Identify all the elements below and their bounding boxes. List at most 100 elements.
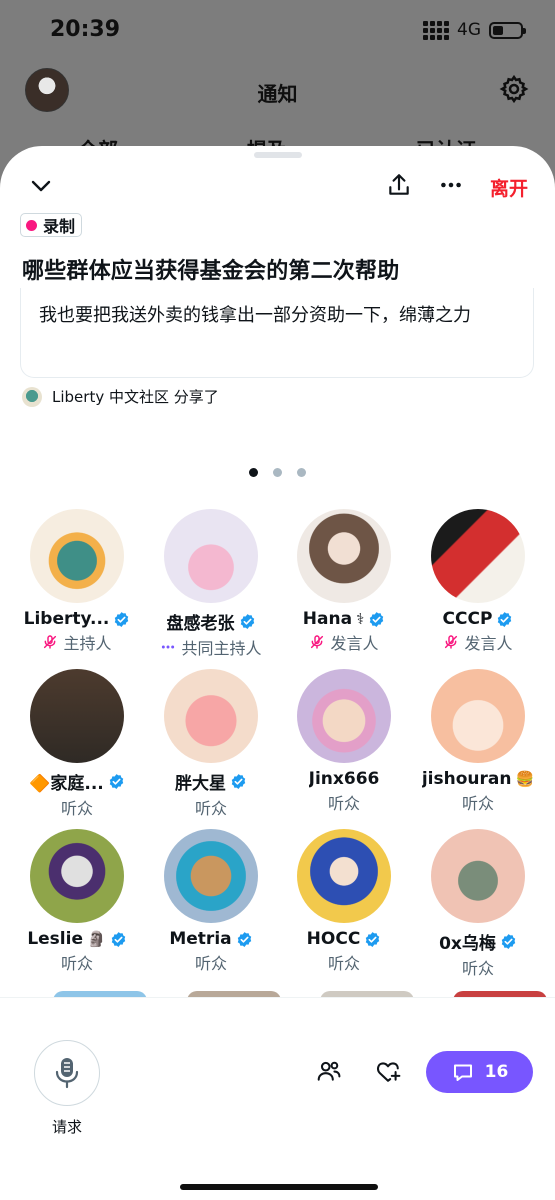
participant-name: HOCC <box>306 929 361 949</box>
participant-avatar[interactable] <box>30 669 124 763</box>
more-dots-icon <box>441 182 461 188</box>
participant-role: 听众 <box>461 959 494 978</box>
verified-badge-icon <box>231 774 246 789</box>
participant-name: 盘感老张 <box>166 614 235 634</box>
collapse-button[interactable] <box>26 172 56 200</box>
signal-icon <box>423 20 449 40</box>
participant[interactable]: Leslie 🗿 听众 <box>10 829 144 974</box>
participant-role-row: 共同主持人 <box>144 635 278 659</box>
participant-avatar[interactable] <box>431 509 525 603</box>
people-button[interactable] <box>314 1056 344 1086</box>
verified-badge-icon <box>498 611 512 627</box>
participant-role: 听众 <box>327 954 360 973</box>
verified-badge-icon <box>115 611 129 627</box>
participant-role-row: 听众 <box>144 795 278 819</box>
leave-button[interactable]: 离开 <box>490 174 528 201</box>
share-icon <box>389 174 409 195</box>
participant-role: 主持人 <box>63 634 112 653</box>
participant-role: 听众 <box>60 799 93 818</box>
comment-bubble-icon <box>453 1064 472 1081</box>
shared-by-text: Liberty 中文社区 分享了 <box>52 388 219 406</box>
verified-badge-icon <box>109 774 123 789</box>
participant[interactable]: 🔶家庭... 听众 <box>10 669 144 819</box>
participant-role: 共同主持人 <box>181 639 262 658</box>
network-label: 4G <box>457 20 481 40</box>
participant-avatar[interactable] <box>297 829 391 923</box>
share-button[interactable] <box>384 170 414 200</box>
participant-avatar[interactable] <box>431 829 525 923</box>
participant-role-row: 听众 <box>277 790 411 814</box>
verified-badge-icon <box>240 614 254 629</box>
participant-name-row: 0x乌梅 <box>411 929 545 954</box>
participant[interactable]: Liberty... 主持人 <box>10 509 144 654</box>
participant[interactable]: Jinx666 听众 <box>277 669 411 814</box>
request-mic-button[interactable] <box>34 1040 100 1106</box>
page-title: 通知 <box>257 82 298 106</box>
participant-role: 听众 <box>60 954 93 973</box>
name-emoji: 🗿 <box>86 930 106 948</box>
gear-icon[interactable] <box>499 74 529 104</box>
sheet-grabber[interactable] <box>254 152 302 158</box>
home-indicator[interactable] <box>180 1184 378 1190</box>
more-button[interactable] <box>436 170 466 200</box>
participant-avatar[interactable] <box>164 669 258 763</box>
participant-name-row: 盘感老张 <box>144 609 278 634</box>
react-button[interactable] <box>373 1056 403 1086</box>
muted-mic-icon <box>44 635 57 649</box>
participant-name-row: jishouran 🍔 <box>411 769 545 789</box>
verified-badge-icon <box>237 931 251 947</box>
participant-avatar[interactable] <box>297 669 391 763</box>
verified-badge-icon <box>366 931 380 947</box>
chevron-down-icon <box>31 180 51 192</box>
participant-name-row: Hana ⚕ <box>277 609 411 629</box>
verified-badge-icon <box>369 611 384 627</box>
participant-avatar[interactable] <box>297 509 391 603</box>
participant-role-row: 听众 <box>411 955 545 979</box>
page-dot[interactable] <box>273 468 282 477</box>
participant-name-row: CCCP <box>411 609 545 629</box>
participant-name-row: 🔶家庭... <box>10 769 144 794</box>
participant-name-row: HOCC <box>277 929 411 949</box>
muted-mic-icon <box>445 635 458 649</box>
comments-button[interactable]: 16 <box>426 1051 533 1093</box>
recording-badge: 录制 <box>20 213 83 237</box>
participant[interactable]: 盘感老张共同主持人 <box>144 509 278 659</box>
participant[interactable]: 胖大星 听众 <box>144 669 278 819</box>
participant-role-row: 主持人 <box>10 630 144 654</box>
page-dot[interactable] <box>249 468 258 477</box>
pinned-comment-card[interactable]: 我也要把我送外卖的钱拿出一部分资助一下，绵薄之力 <box>20 288 534 378</box>
participant-role: 听众 <box>194 799 227 818</box>
participant[interactable]: jishouran 🍔 听众 <box>411 669 545 814</box>
shared-by[interactable]: Liberty 中文社区 分享了 <box>22 386 219 407</box>
participant-role: 发言人 <box>464 634 513 653</box>
notification-tabs: 全部 提及 已认证 <box>0 128 555 148</box>
participant-avatar[interactable] <box>164 509 258 603</box>
participant-name: Leslie <box>27 929 83 949</box>
heart-plus-icon <box>377 1062 401 1082</box>
battery-icon <box>489 21 526 39</box>
name-emoji: ⚕ <box>356 610 365 628</box>
participant-name: Liberty... <box>23 609 110 629</box>
participant[interactable]: HOCC 听众 <box>277 829 411 974</box>
participant-role-row: 听众 <box>144 950 278 974</box>
page-indicator <box>0 468 555 477</box>
people-icon <box>317 1061 341 1081</box>
page-dot[interactable] <box>297 468 306 477</box>
participant[interactable]: Metria 听众 <box>144 829 278 974</box>
microphone-icon <box>55 1058 79 1089</box>
participant-role-row: 听众 <box>277 950 411 974</box>
participant-avatar[interactable] <box>30 509 124 603</box>
participant[interactable]: Hana ⚕ 发言人 <box>277 509 411 654</box>
participant-avatar[interactable] <box>164 829 258 923</box>
participant[interactable]: 0x乌梅听众 <box>411 829 545 979</box>
participant-name: 0x乌梅 <box>439 934 496 954</box>
participant-avatar[interactable] <box>30 829 124 923</box>
participant[interactable]: CCCP 发言人 <box>411 509 545 654</box>
participant-avatar[interactable] <box>431 669 525 763</box>
participant-role-row: 发言人 <box>411 630 545 654</box>
participant-name: jishouran <box>421 769 512 789</box>
participant-name-row: Leslie 🗿 <box>10 929 144 949</box>
participant-role: 听众 <box>327 794 360 813</box>
participant-name: Hana <box>302 609 353 629</box>
comment-count: 16 <box>484 1062 509 1082</box>
